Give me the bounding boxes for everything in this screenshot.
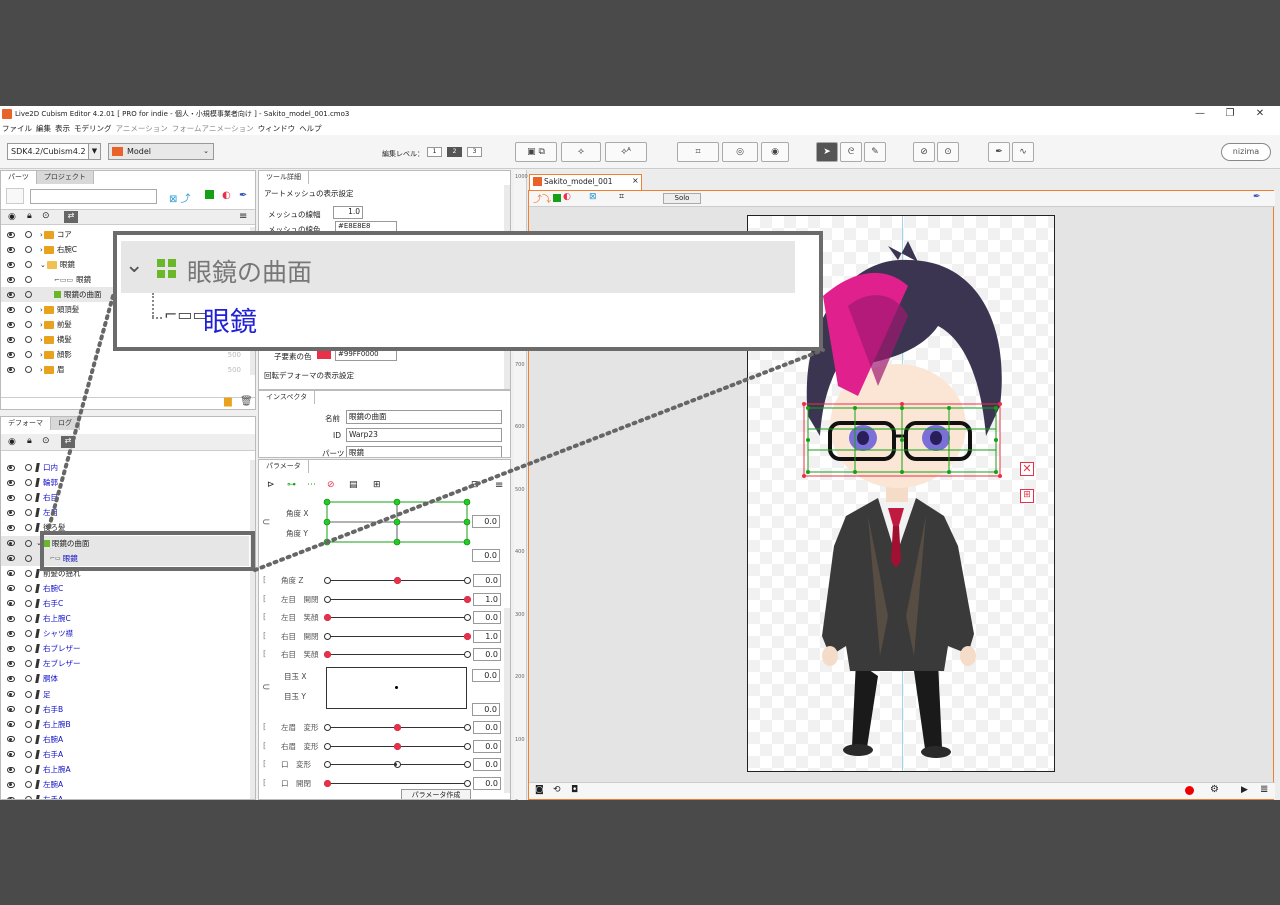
tree-line xyxy=(152,317,162,319)
callout-mesh-label: 眼鏡 xyxy=(203,307,257,338)
warp-deformer-icon xyxy=(157,259,177,279)
callout-warp-label: 眼鏡の曲面 xyxy=(187,258,313,287)
glasses-mesh-icon: ⌐▭▭ xyxy=(164,305,208,324)
zoom-callout: ⌄ 眼鏡の曲面 ⌐▭▭ 眼鏡 xyxy=(113,231,823,351)
chevron-down-icon: ⌄ xyxy=(125,253,144,278)
tree-line xyxy=(152,293,154,317)
callout-warp-row: ⌄ 眼鏡の曲面 xyxy=(121,241,795,293)
callout-connectors xyxy=(46,294,825,572)
